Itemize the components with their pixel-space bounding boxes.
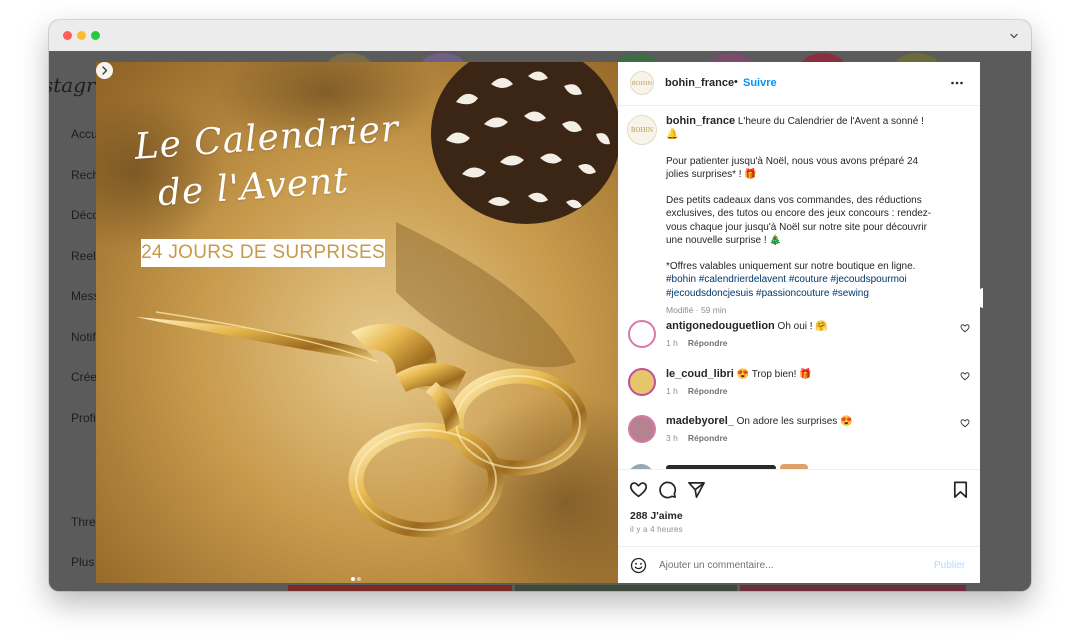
share-icon[interactable] <box>687 480 706 499</box>
image-banner: 24 JOURS DE SURPRISES <box>141 239 385 267</box>
comment-like-icon[interactable] <box>960 323 970 333</box>
bookmark-icon[interactable] <box>951 480 970 499</box>
comment-item: madebyorel_ On adore les surprises 😍 3 h… <box>618 415 980 459</box>
nav-label: Profil <box>71 411 99 425</box>
caption-username[interactable]: bohin_france <box>666 115 735 127</box>
reply-button[interactable]: Répondre <box>688 386 728 396</box>
comment-item: le_coud_libri 😍 Trop bien! 🎁 1 h Répondre <box>618 368 980 412</box>
comment-icon[interactable] <box>658 480 677 499</box>
commenter-avatar[interactable] <box>628 415 656 443</box>
post-modal: Le Calendrier de l'Avent 24 JOURS DE SURP… <box>96 62 980 583</box>
caption-para2: Pour patienter jusqu'à Noël, nous vous a… <box>666 155 919 180</box>
post-caption: bohin_france L'heure du Calendrier de l'… <box>666 115 936 317</box>
commenter-avatar[interactable] <box>628 368 656 396</box>
publish-button[interactable]: Publier <box>934 560 965 571</box>
nav-more[interactable]: Plus <box>63 555 94 569</box>
comment-meta: 1 h Répondre <box>666 386 728 396</box>
like-count[interactable]: 288 J'aime <box>630 510 683 522</box>
add-comment-input[interactable]: Ajouter un commentaire... <box>659 560 774 571</box>
comment-like-icon[interactable] <box>960 418 970 428</box>
author-username[interactable]: bohin_france <box>665 77 734 89</box>
heart-icon[interactable] <box>629 480 648 499</box>
post-image: Le Calendrier de l'Avent 24 JOURS DE SURP… <box>96 62 618 583</box>
reply-button[interactable]: Répondre <box>688 433 728 443</box>
carousel-dot <box>357 577 361 581</box>
carousel-indicator <box>351 568 365 581</box>
comment-username[interactable]: le_coud_libri <box>666 368 734 380</box>
modal-next-post-edge[interactable] <box>979 288 983 308</box>
post-header: BOHIN bohin_france • Suivre <box>618 62 980 106</box>
comment-body: Oh oui ! 🤗 <box>777 321 828 332</box>
minimize-window-button[interactable] <box>77 31 86 40</box>
comment-time: 1 h <box>666 386 678 396</box>
comment-text: madebyorel_ On adore les surprises 😍 <box>666 415 853 427</box>
comment-username[interactable]: madebyorel_ <box>666 415 734 427</box>
follow-button[interactable]: Suivre <box>743 77 777 89</box>
chevron-down-icon[interactable] <box>1007 29 1021 43</box>
comment-like-icon[interactable] <box>960 371 970 381</box>
caption-avatar[interactable]: BOHIN <box>627 115 657 145</box>
comment-item: antigonedouguetlion Oh oui ! 🤗 1 h Répond… <box>618 320 980 364</box>
author-avatar[interactable]: BOHIN <box>630 71 654 95</box>
grid-post-thumbnail <box>288 585 512 591</box>
caption-para4: *Offres valables uniquement sur notre bo… <box>666 261 916 273</box>
more-horizontal-icon[interactable] <box>950 76 964 90</box>
comment-meta: 3 h Répondre <box>666 433 728 443</box>
reply-button[interactable]: Répondre <box>688 338 728 348</box>
add-comment-row: Ajouter un commentaire... Publier <box>618 546 980 583</box>
carousel-next-button[interactable] <box>96 62 113 79</box>
nav-label: Plus <box>71 555 95 569</box>
separator-dot: • <box>734 76 738 88</box>
comment-time: 1 h <box>666 338 678 348</box>
post-side-panel: BOHIN bohin_france • Suivre BOHIN bohin_… <box>618 62 980 583</box>
caption-para3: Des petits cadeaux dans vos commandes, d… <box>666 195 932 246</box>
post-actions-section: 288 J'aime il y a 4 heures Ajouter un co… <box>618 469 980 583</box>
commenter-avatar[interactable] <box>628 320 656 348</box>
grid-post-thumbnail <box>515 585 737 591</box>
caption-meta: Modifié · 59 min <box>666 304 727 315</box>
comment-body: 😍 Trop bien! 🎁 <box>736 369 812 380</box>
carousel-dot-active <box>351 577 355 581</box>
comment-text: antigonedouguetlion Oh oui ! 🤗 <box>666 320 828 332</box>
caption-hashtags[interactable]: #bohin #calendrierdelavent #couture #jec… <box>666 273 936 299</box>
comment-meta: 1 h Répondre <box>666 338 728 348</box>
comment-body: On adore les surprises 😍 <box>736 416 853 427</box>
zoom-window-button[interactable] <box>91 31 100 40</box>
comment-text: le_coud_libri 😍 Trop bien! 🎁 <box>666 368 812 380</box>
comment-time: 3 h <box>666 433 678 443</box>
nav-profile[interactable]: Profil <box>63 411 98 425</box>
grid-post-thumbnail <box>740 585 966 591</box>
post-timestamp: il y a 4 heures <box>630 525 683 534</box>
title-bar <box>49 20 1031 52</box>
emoji-icon[interactable] <box>630 557 647 574</box>
comment-username[interactable]: antigonedouguetlion <box>666 320 775 332</box>
close-window-button[interactable] <box>63 31 72 40</box>
